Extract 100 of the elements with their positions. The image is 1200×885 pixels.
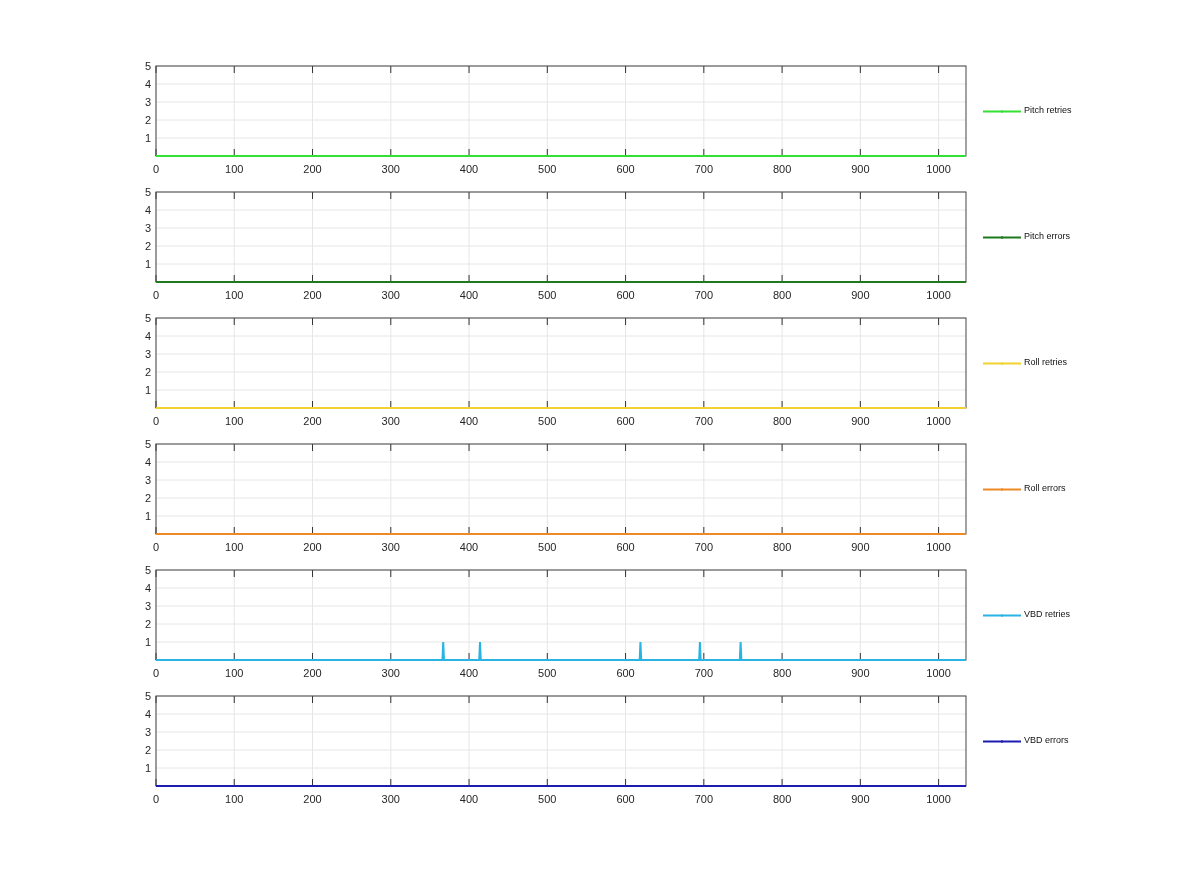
tick-label: 2 [144, 114, 151, 126]
tick-label: 0 [152, 163, 160, 175]
tick-label: 400 [459, 793, 479, 805]
tick-label: 900 [851, 667, 870, 679]
tick-label: 200 [303, 289, 322, 301]
tick-label: 700 [694, 289, 713, 301]
tick-label: 600 [616, 667, 635, 679]
tick-label: 700 [694, 667, 713, 679]
legend-label: VBD retries [1024, 608, 1070, 622]
tick-label: 100 [225, 163, 244, 175]
tick-label: 1000 [926, 793, 951, 805]
tick-label: 900 [851, 793, 870, 805]
tick-label: 3 [144, 474, 151, 486]
tick-label: 300 [381, 163, 400, 175]
tick-label: 200 [303, 541, 322, 553]
tick-label: 0 [152, 415, 160, 427]
legend-line-icon [983, 738, 1021, 744]
tick-label: 1000 [926, 415, 951, 427]
legend-line-icon [983, 486, 1021, 492]
tick-label: 500 [538, 415, 557, 427]
tick-label: 600 [616, 415, 635, 427]
tick-label: 600 [616, 163, 635, 175]
tick-label: 3 [144, 348, 151, 360]
tick-label: 500 [538, 793, 557, 805]
legend-line-icon [983, 108, 1021, 114]
tick-label: 600 [616, 793, 635, 805]
tick-label: 0 [152, 289, 160, 301]
tick-label: 400 [459, 289, 479, 301]
tick-label: 900 [851, 289, 870, 301]
tick-label: 1000 [926, 667, 951, 679]
legend-label: Pitch retries [1024, 104, 1072, 118]
tick-label: 500 [538, 289, 557, 301]
tick-label: 1 [144, 384, 151, 396]
tick-label: 100 [225, 289, 244, 301]
tick-label: 1 [144, 132, 151, 144]
tick-label: 5 [144, 312, 151, 324]
tick-label: 700 [694, 793, 713, 805]
tick-label: 800 [772, 793, 792, 805]
tick-label: 800 [772, 163, 792, 175]
tick-label: 100 [225, 541, 244, 553]
tick-label: 800 [772, 541, 792, 553]
tick-label: 600 [616, 541, 635, 553]
tick-label: 100 [225, 415, 244, 427]
tick-label: 900 [851, 163, 870, 175]
tick-label: 100 [225, 667, 244, 679]
tick-label: 3 [144, 726, 151, 738]
tick-label: 200 [303, 415, 322, 427]
tick-label: 4 [144, 330, 151, 342]
tick-label: 3 [144, 96, 151, 108]
tick-label: 5 [144, 60, 151, 72]
tick-label: 1 [144, 636, 151, 648]
legend-label: Roll errors [1024, 482, 1066, 496]
tick-label: 1 [144, 258, 151, 270]
tick-label: 400 [459, 667, 479, 679]
tick-label: 800 [772, 415, 792, 427]
tick-label: 1 [144, 762, 151, 774]
tick-label: 5 [144, 186, 151, 198]
tick-label: 4 [144, 78, 151, 90]
legend-line-icon [983, 360, 1021, 366]
legend-line-icon [983, 612, 1021, 618]
tick-label: 0 [152, 541, 160, 553]
tick-label: 1 [144, 510, 151, 522]
tick-label: 2 [144, 744, 151, 756]
tick-label: 500 [538, 541, 557, 553]
tick-label: 0 [152, 667, 160, 679]
tick-label: 300 [381, 667, 400, 679]
tick-label: 700 [694, 541, 713, 553]
tick-label: 0 [152, 793, 160, 805]
tick-label: 1000 [926, 163, 951, 175]
legend-label: Pitch errors [1024, 230, 1070, 244]
tick-label: 500 [538, 667, 557, 679]
tick-label: 4 [144, 456, 151, 468]
tick-label: 500 [538, 163, 557, 175]
tick-label: 900 [851, 415, 870, 427]
tick-label: 2 [144, 618, 151, 630]
tick-label: 900 [851, 541, 870, 553]
tick-label: 1000 [926, 541, 951, 553]
tick-label: 300 [381, 793, 400, 805]
tick-label: 300 [381, 541, 400, 553]
tick-label: 200 [303, 667, 322, 679]
tick-label: 4 [144, 582, 151, 594]
tick-label: 800 [772, 289, 792, 301]
tick-label: 600 [616, 289, 635, 301]
tick-label: 3 [144, 222, 151, 234]
tick-label: 800 [772, 667, 792, 679]
tick-label: 100 [225, 793, 244, 805]
tick-label: 5 [144, 564, 151, 576]
legend-line-icon [983, 234, 1021, 240]
tick-label: 400 [459, 415, 479, 427]
tick-label: 2 [144, 240, 151, 252]
tick-label: 4 [144, 708, 151, 720]
tick-label: 2 [144, 492, 151, 504]
tick-label: 300 [381, 289, 400, 301]
tick-label: 700 [694, 163, 713, 175]
tick-label: 5 [144, 438, 151, 450]
legend-label: Roll retries [1024, 356, 1067, 370]
tick-label: 5 [144, 690, 151, 702]
legend-label: VBD errors [1024, 734, 1069, 748]
tick-label: 2 [144, 366, 151, 378]
tick-label: 200 [303, 163, 322, 175]
